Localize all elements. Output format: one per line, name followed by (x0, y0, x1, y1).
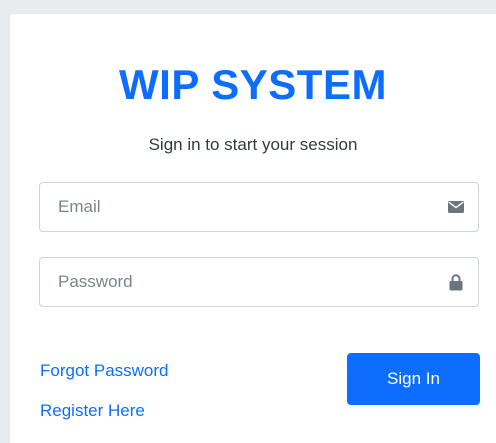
email-input-group (39, 182, 479, 232)
lock-icon (434, 258, 478, 306)
envelope-icon (434, 183, 478, 231)
login-card: WIP SYSTEM Sign in to start your session… (10, 14, 496, 443)
password-input-group (39, 257, 479, 307)
register-link[interactable]: Register Here (40, 400, 145, 422)
forgot-password-link[interactable]: Forgot Password (40, 360, 169, 382)
email-field[interactable] (40, 183, 434, 231)
password-field[interactable] (40, 258, 434, 306)
logo-title: WIP SYSTEM (119, 61, 387, 108)
login-subtitle: Sign in to start your session (148, 135, 358, 154)
sign-in-button[interactable]: Sign In (347, 353, 480, 405)
